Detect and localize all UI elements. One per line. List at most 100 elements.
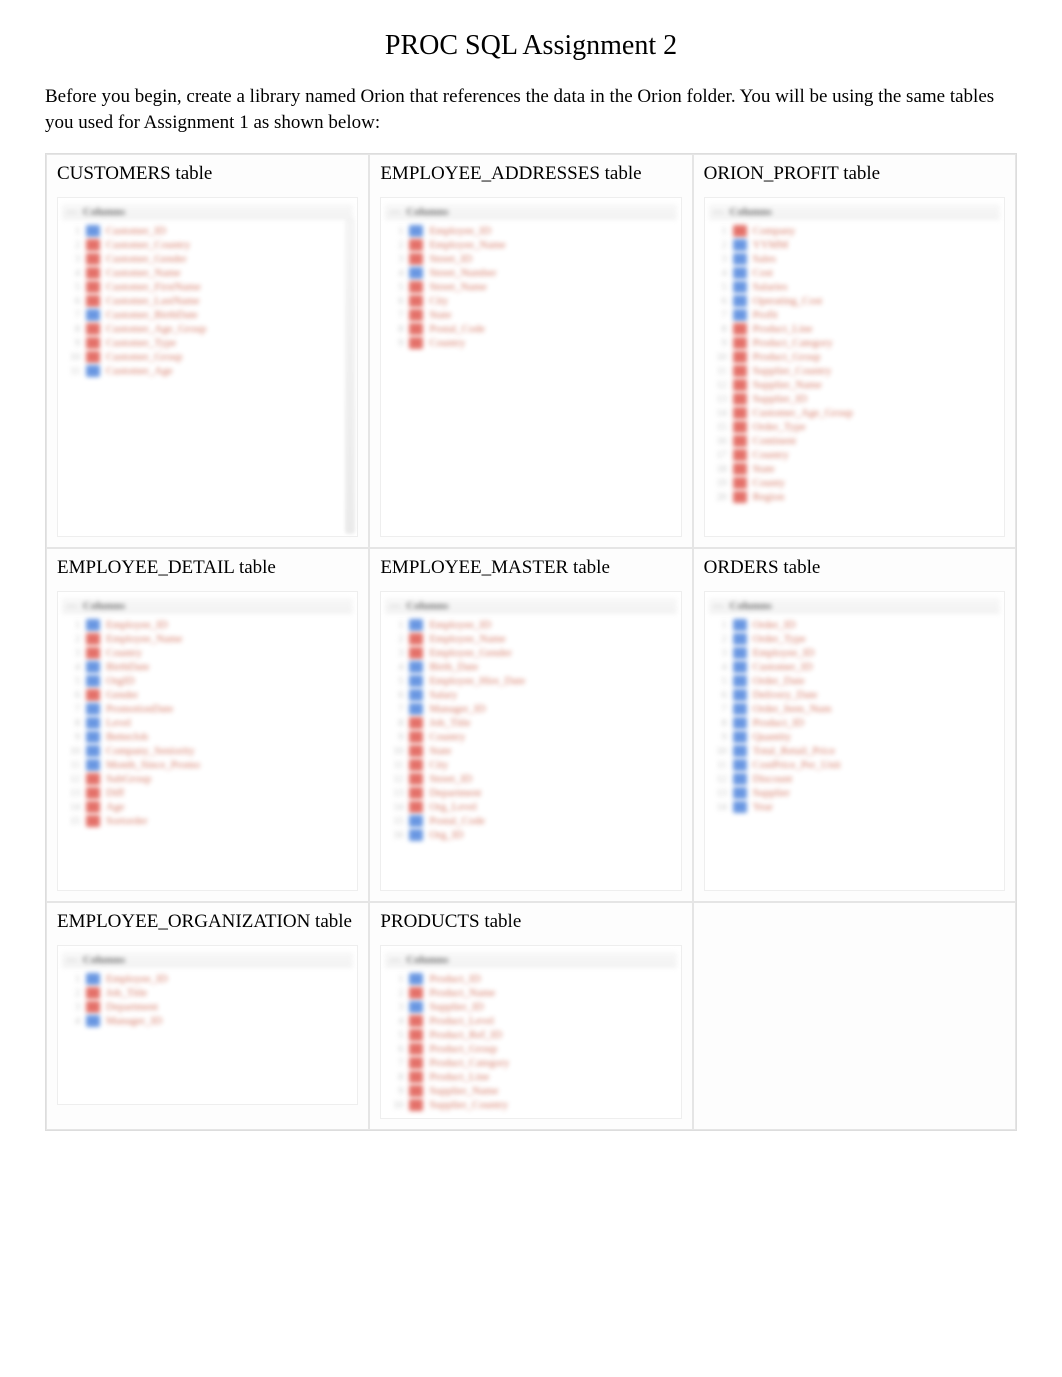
panel-header: — Columns (62, 598, 353, 614)
numeric-type-icon (733, 731, 747, 743)
column-row: 2Job_Title (62, 986, 353, 1000)
column-row: 19County (709, 476, 1000, 490)
column-row: 8Job_Title (385, 716, 676, 730)
row-number: 7 (713, 704, 727, 715)
character-type-icon (409, 987, 423, 999)
character-type-icon (409, 239, 423, 251)
character-type-icon (409, 801, 423, 813)
column-name: PromotionDate (106, 703, 173, 715)
character-type-icon (409, 1015, 423, 1027)
character-type-icon (86, 987, 100, 999)
row-number: 3 (66, 648, 80, 659)
column-name: Month_Since_Promo (106, 759, 200, 771)
character-type-icon (409, 323, 423, 335)
panel-caption: Columns (83, 600, 125, 612)
row-number: 1 (66, 226, 80, 237)
row-number: 20 (713, 492, 727, 503)
column-name: Employee_Name (429, 239, 505, 251)
numeric-type-icon (86, 661, 100, 673)
character-type-icon (409, 281, 423, 293)
column-name: Employee_ID (429, 619, 491, 631)
column-row: 10Total_Retail_Price (709, 744, 1000, 758)
row-number: 3 (713, 254, 727, 265)
character-type-icon (733, 435, 747, 447)
row-number: 5 (389, 676, 403, 687)
column-row: 4Product_Level (385, 1014, 676, 1028)
row-number: 1 (389, 974, 403, 985)
column-row: 5Salaries (709, 280, 1000, 294)
column-name: CostPrice_Per_Unit (753, 759, 841, 771)
column-row: 2Order_Type (709, 632, 1000, 646)
character-type-icon (733, 393, 747, 405)
row-number: 9 (66, 338, 80, 349)
column-row: 1Employee_ID (385, 224, 676, 238)
row-number: 3 (66, 254, 80, 265)
numeric-type-icon (409, 225, 423, 237)
row-number: 3 (389, 254, 403, 265)
row-number: 7 (713, 310, 727, 321)
column-row: 16Continent (709, 434, 1000, 448)
column-name: Supplier (753, 787, 790, 799)
row-number: 13 (713, 394, 727, 405)
character-type-icon (733, 463, 747, 475)
row-number: 12 (389, 774, 403, 785)
column-panel: —Columns1Employee_ID2Employee_Name3Stree… (380, 197, 681, 537)
character-type-icon (733, 337, 747, 349)
column-row: 9Quantity (709, 730, 1000, 744)
row-number: 9 (66, 732, 80, 743)
row-number: 2 (66, 240, 80, 251)
numeric-type-icon (86, 703, 100, 715)
numeric-type-icon (409, 619, 423, 631)
column-name: Birth_Date (429, 661, 478, 673)
column-row: 7State (385, 308, 676, 322)
character-type-icon (409, 717, 423, 729)
row-number: 6 (389, 1044, 403, 1055)
character-type-icon (86, 801, 100, 813)
column-row: 6Gender (62, 688, 353, 702)
column-row: 3Sales (709, 252, 1000, 266)
column-name: Product_Ref_ID (429, 1029, 502, 1041)
column-name: Country (753, 449, 789, 461)
panel-header: —Columns (385, 952, 676, 968)
character-type-icon (409, 1057, 423, 1069)
column-name: Street_Number (429, 267, 496, 279)
column-name: OrgID (106, 675, 135, 687)
numeric-type-icon (733, 309, 747, 321)
numeric-type-icon (409, 815, 423, 827)
row-number: 7 (389, 704, 403, 715)
character-type-icon (409, 633, 423, 645)
column-name: Continent (753, 435, 796, 447)
column-name: Employee_ID (753, 647, 815, 659)
character-type-icon (409, 745, 423, 757)
column-panel: —Columns1Employee_ID2Job_Title3Departmen… (57, 945, 358, 1105)
table-label: EMPLOYEE_ORGANIZATION table (57, 911, 358, 933)
row-number: 11 (66, 366, 80, 377)
column-row: 4 Birth_Date (385, 660, 676, 674)
collapse-icon: — (66, 600, 77, 612)
column-row: 5Street_Name (385, 280, 676, 294)
column-row: 1Order_ID (709, 618, 1000, 632)
column-row: 7Order_Item_Num (709, 702, 1000, 716)
cell-products: PRODUCTS table —Columns1Product_ID2Produ… (369, 902, 692, 1130)
column-row: 2Employee_Name (62, 632, 353, 646)
column-row: 2Employee_Name (385, 632, 676, 646)
row-number: 4 (389, 662, 403, 673)
column-name: Diff (106, 787, 124, 799)
numeric-type-icon (733, 267, 747, 279)
row-number: 6 (66, 690, 80, 701)
row-number: 1 (66, 974, 80, 985)
character-type-icon (733, 449, 747, 461)
intro-paragraph: Before you begin, create a library named… (45, 84, 1017, 135)
column-row: 9Supplier_Name (385, 1084, 676, 1098)
numeric-type-icon (733, 717, 747, 729)
column-row: 8Customer_Age_Group (62, 322, 353, 336)
column-panel: —Columns1Order_ID2Order_Type3Employee_ID… (704, 591, 1005, 891)
column-name: County (753, 477, 785, 489)
numeric-type-icon (409, 267, 423, 279)
row-number: 7 (66, 310, 80, 321)
panel-caption: Columns (83, 206, 125, 218)
column-row: 9Country (385, 336, 676, 350)
table-label: PRODUCTS table (380, 911, 681, 933)
row-number: 5 (713, 282, 727, 293)
character-type-icon (86, 815, 100, 827)
